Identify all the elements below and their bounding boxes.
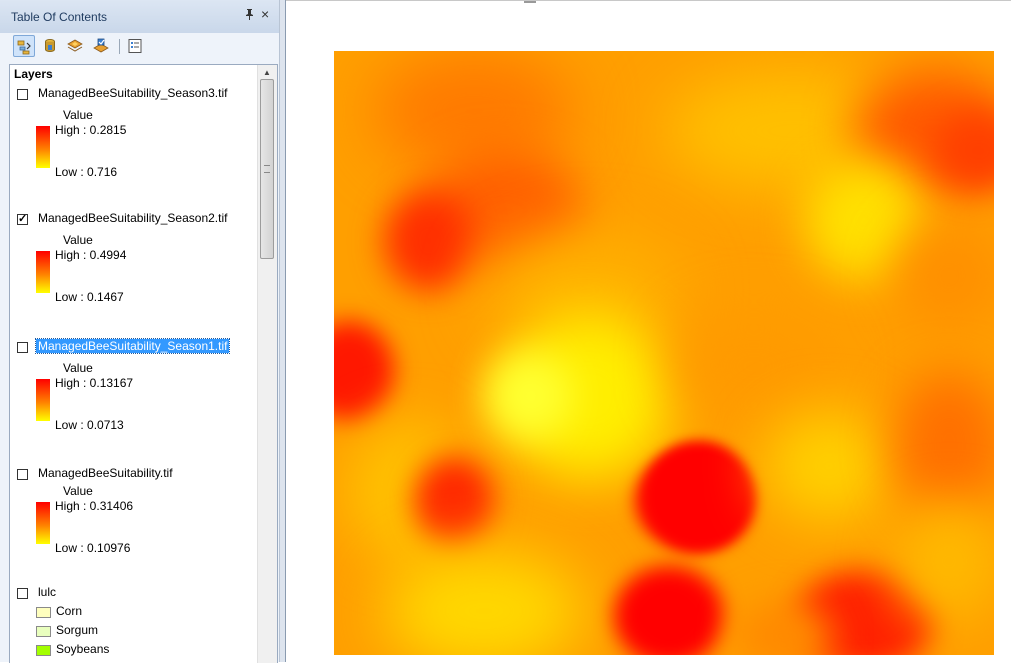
raster-cell-cluster [894,501,994,621]
raster-cell-cluster [614,566,724,655]
raster-cell-cluster [384,551,584,655]
raster-cell-cluster [894,371,994,521]
raster-cell-cluster [674,311,834,421]
checkmark-icon: ✓ [18,213,28,225]
class-label: Sorgum [56,623,99,637]
toc-layer-tree[interactable]: Layers ManagedBeeSuitability_Season3.tif… [9,64,278,663]
layer-visibility-checkbox[interactable] [17,588,28,599]
legend-value-label: Value [63,108,93,122]
toc-title: Table Of Contents [11,10,108,24]
layer-visibility-checkbox[interactable]: ✓ [17,213,28,225]
list-by-source-icon[interactable] [39,35,61,57]
class-swatch-soybeans [36,645,51,656]
legend-low-label: Low : 0.1467 [55,290,124,304]
color-ramp-swatch [36,379,50,421]
map-view[interactable] [286,0,1011,662]
layers-root-label: Layers [14,67,53,81]
class-swatch-corn [36,607,51,618]
class-label: Soybeans [56,642,110,656]
layer-visibility-checkbox[interactable] [17,469,28,480]
raster-cell-cluster [484,351,574,441]
scrollbar-thumb[interactable] [260,79,274,259]
toc-title-bar[interactable]: Table Of Contents × [0,0,279,34]
legend-value-label: Value [63,484,93,498]
raster-cell-cluster [414,456,494,546]
options-icon[interactable] [124,35,146,57]
legend-value-label: Value [63,233,93,247]
legend-high-label: High : 0.13167 [55,376,134,390]
toc-toolbar [0,33,279,60]
legend-high-label: High : 0.4994 [55,248,127,262]
map-ruler-tick [524,1,536,3]
color-ramp-swatch [36,126,50,168]
layer-name[interactable]: ManagedBeeSuitability_Season2.tif [38,211,227,225]
class-swatch-sorgum [36,626,51,637]
list-by-drawing-order-icon[interactable] [13,35,35,57]
layer-name[interactable]: lulc [38,585,56,599]
class-label: Corn [56,604,83,618]
legend-high-label: High : 0.31406 [55,499,134,513]
legend-low-label: Low : 0.0713 [55,418,124,432]
raster-cell-cluster [384,191,474,291]
raster-layer-display[interactable] [334,51,994,655]
pin-icon[interactable] [245,9,254,23]
layer-name-selected[interactable]: ManagedBeeSuitability_Season1.tif [34,338,231,354]
layer-visibility-checkbox[interactable] [17,342,28,353]
raster-cell-cluster [644,441,754,551]
raster-cell-cluster [894,221,994,331]
legend-low-label: Low : 0.10976 [55,541,131,555]
scrollbar-grip-icon [264,165,270,173]
vertical-scrollbar[interactable]: ▲ [257,65,277,663]
pane-splitter[interactable] [279,0,286,662]
close-icon[interactable]: × [261,7,269,21]
layer-name[interactable]: ManagedBeeSuitability_Season3.tif [38,86,227,100]
layer-name[interactable]: ManagedBeeSuitability.tif [38,466,173,480]
table-of-contents-pane: Table Of Contents × Layers ManagedBeeSui… [0,0,279,663]
legend-value-label: Value [63,361,93,375]
color-ramp-swatch [36,251,50,293]
list-by-selection-icon[interactable] [90,35,112,57]
toolbar-separator [119,39,120,54]
list-by-visibility-icon[interactable] [64,35,86,57]
raster-cell-cluster [764,411,894,521]
legend-high-label: High : 0.2815 [55,123,127,137]
scroll-up-arrow-icon[interactable]: ▲ [263,68,271,77]
color-ramp-swatch [36,502,50,544]
legend-low-label: Low : 0.716 [55,165,118,179]
layer-visibility-checkbox[interactable] [17,89,28,100]
raster-cell-cluster [374,51,574,171]
raster-cell-cluster [334,321,394,421]
